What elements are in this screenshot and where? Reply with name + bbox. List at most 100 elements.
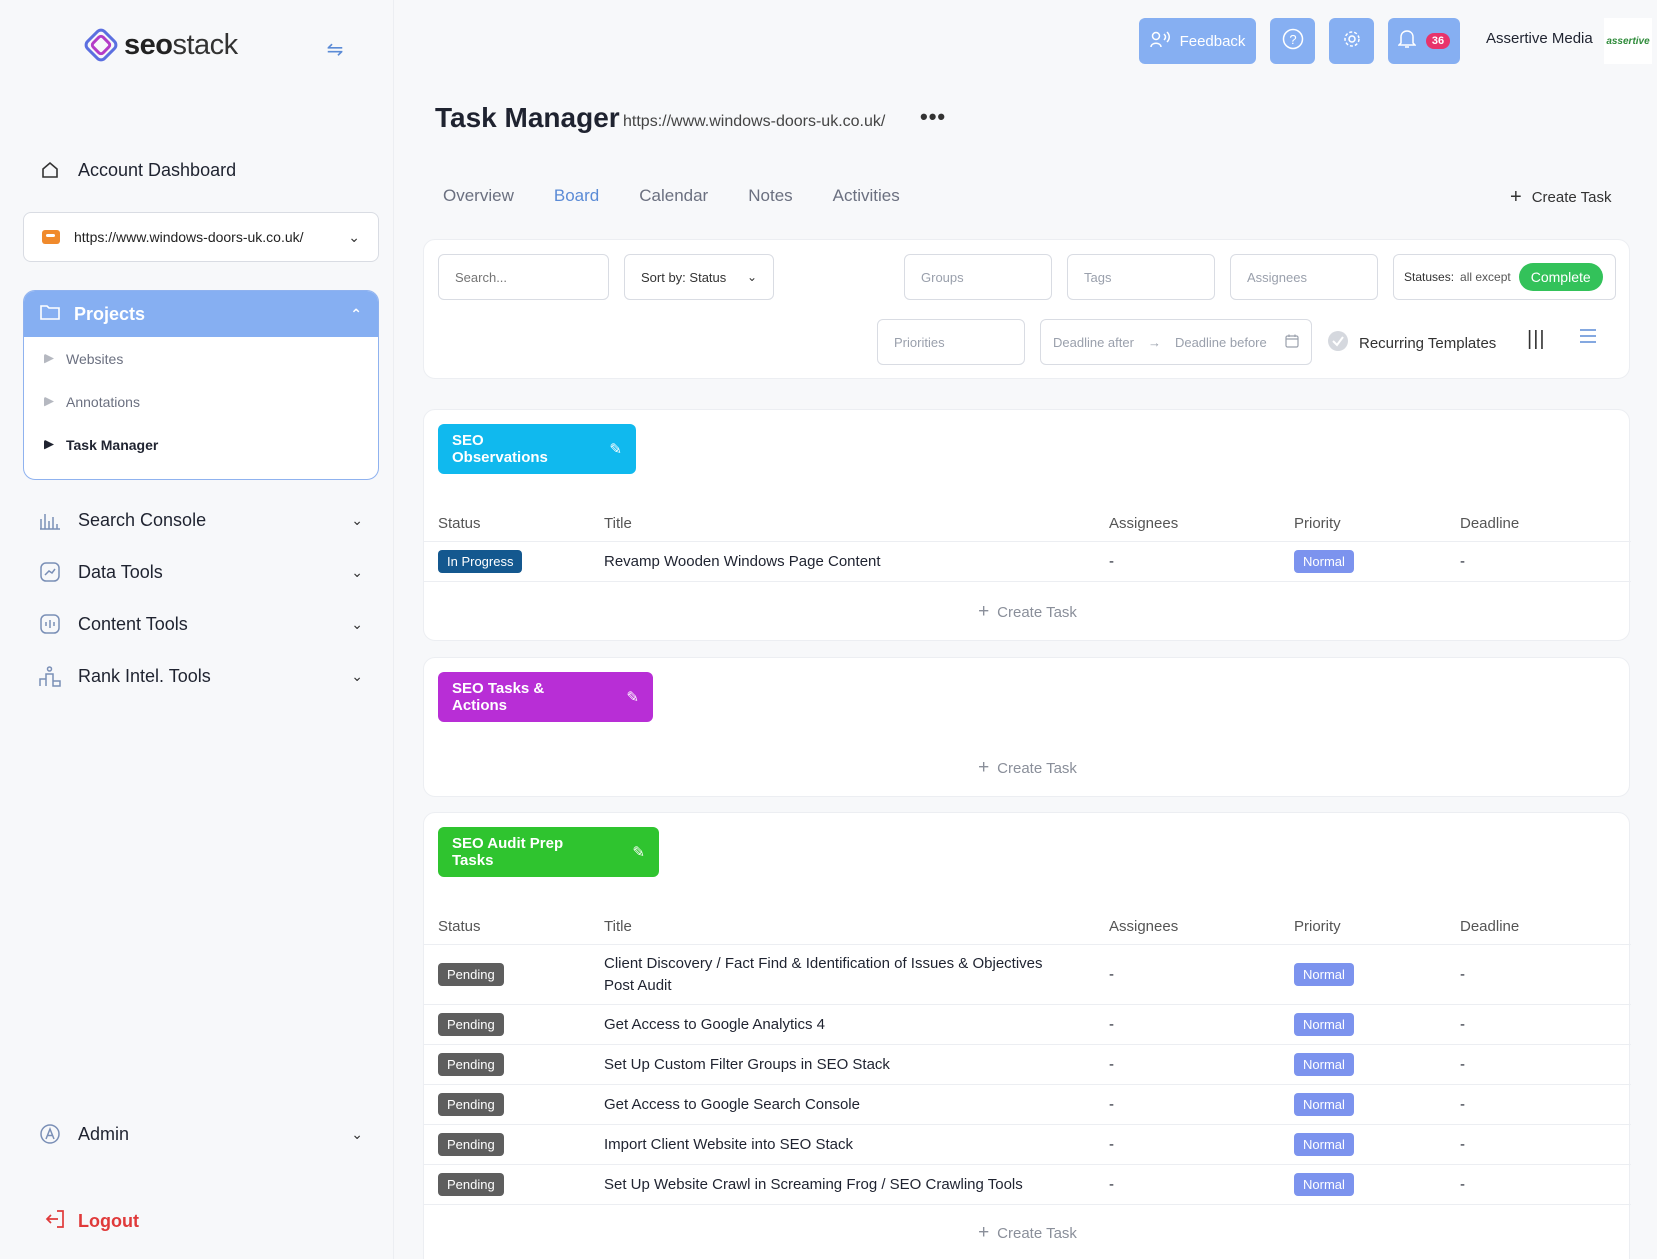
nav-account-dashboard[interactable]: Account Dashboard — [38, 158, 363, 182]
sidebar-collapse-icon[interactable]: ⇋ — [322, 36, 348, 62]
tab-notes[interactable]: Notes — [748, 186, 792, 206]
tags-filter[interactable]: Tags — [1067, 254, 1215, 300]
table-row[interactable]: In Progress Revamp Wooden Windows Page C… — [424, 541, 1631, 581]
create-task-row-button[interactable]: + Create Task — [424, 1204, 1631, 1259]
nav-search-console[interactable]: Search Console ⌄ — [38, 508, 363, 532]
seostack-logo[interactable]: seostack — [84, 28, 238, 62]
priority-badge[interactable]: Normal — [1294, 1093, 1354, 1116]
list-view-icon[interactable] — [1579, 326, 1597, 351]
feedback-button[interactable]: Feedback — [1139, 18, 1256, 64]
create-task-row-button[interactable]: + Create Task — [424, 738, 1631, 798]
priority-badge[interactable]: Normal — [1294, 1133, 1354, 1156]
tab-overview[interactable]: Overview — [443, 186, 514, 206]
projects-toggle[interactable]: Projects ⌃ — [24, 291, 378, 337]
priority-badge[interactable]: Normal — [1294, 1053, 1354, 1076]
edit-pencil-icon[interactable]: ✎ — [632, 843, 645, 861]
account-logo[interactable]: assertive — [1604, 18, 1652, 64]
status-complete-pill[interactable]: Complete — [1518, 263, 1603, 291]
table-row[interactable]: Pending Import Client Website into SEO S… — [424, 1124, 1631, 1164]
task-group-seo-audit-prep-tasks: SEO Audit Prep Tasks ✎ Status Title Assi… — [423, 812, 1631, 1259]
home-icon — [38, 158, 62, 182]
sidebar-item-task-manager[interactable]: Task Manager — [24, 423, 378, 466]
task-assignees[interactable]: - — [1109, 966, 1114, 983]
statuses-filter[interactable]: Statuses: all except Complete — [1393, 254, 1616, 300]
table-row[interactable]: Pending Set Up Custom Filter Groups in S… — [424, 1044, 1631, 1084]
search-input[interactable] — [438, 254, 609, 300]
group-header[interactable]: SEO Observations ✎ — [438, 424, 636, 474]
task-deadline[interactable]: - — [1460, 1096, 1465, 1113]
task-assignees[interactable]: - — [1109, 1176, 1114, 1193]
task-assignees[interactable]: - — [1109, 1056, 1114, 1073]
task-title[interactable]: Import Client Website into SEO Stack — [604, 1136, 853, 1153]
table-row[interactable]: Pending Client Discovery / Fact Find & I… — [424, 944, 1631, 1004]
board-view-icon[interactable]: ||| — [1527, 328, 1546, 351]
create-task-label: Create Task — [997, 1225, 1077, 1242]
status-badge[interactable]: In Progress — [438, 550, 523, 573]
nav-admin[interactable]: Admin ⌄ — [38, 1122, 363, 1146]
chevron-down-icon: ⌄ — [351, 511, 363, 528]
group-header[interactable]: SEO Audit Prep Tasks ✎ — [438, 827, 659, 877]
status-badge[interactable]: Pending — [438, 963, 504, 986]
task-title[interactable]: Revamp Wooden Windows Page Content — [604, 553, 881, 570]
create-task-row-button[interactable]: + Create Task — [424, 581, 1631, 641]
website-select[interactable]: https://www.windows-doors-uk.co.uk/ ⌄ — [23, 212, 379, 262]
seostack-logo-icon — [84, 28, 118, 62]
priority-badge[interactable]: Normal — [1294, 550, 1354, 573]
nav-rank-intel-tools[interactable]: Rank Intel. Tools ⌄ — [38, 664, 363, 688]
priorities-filter[interactable]: Priorities — [877, 319, 1025, 365]
edit-pencil-icon[interactable]: ✎ — [626, 688, 639, 706]
create-task-button[interactable]: + Create Task — [1510, 186, 1611, 209]
recurring-templates-toggle[interactable]: Recurring Templates — [1327, 330, 1496, 356]
edit-pencil-icon[interactable]: ✎ — [609, 440, 622, 458]
task-deadline[interactable]: - — [1460, 1176, 1465, 1193]
sidebar-item-annotations[interactable]: Annotations — [24, 380, 378, 423]
sidebar-item-websites[interactable]: Websites — [24, 337, 378, 380]
priority-badge[interactable]: Normal — [1294, 963, 1354, 986]
tab-board[interactable]: Board — [554, 186, 599, 206]
task-deadline[interactable]: - — [1460, 1136, 1465, 1153]
tab-calendar[interactable]: Calendar — [639, 186, 708, 206]
deadline-before-input[interactable]: Deadline before — [1175, 335, 1267, 350]
task-assignees[interactable]: - — [1109, 1016, 1114, 1033]
task-deadline[interactable]: - — [1460, 966, 1465, 983]
table-row[interactable]: Pending Get Access to Google Analytics 4… — [424, 1004, 1631, 1044]
deadline-after-input[interactable]: Deadline after — [1053, 335, 1134, 350]
priority-badge[interactable]: Normal — [1294, 1173, 1354, 1196]
priority-badge[interactable]: Normal — [1294, 1013, 1354, 1036]
notifications-button[interactable]: 36 — [1388, 18, 1460, 64]
tab-activities[interactable]: Activities — [833, 186, 900, 206]
account-name[interactable]: Assertive Media — [1486, 30, 1593, 47]
task-deadline[interactable]: - — [1460, 553, 1465, 570]
task-title[interactable]: Get Access to Google Analytics 4 — [604, 1016, 825, 1033]
task-assignees[interactable]: - — [1109, 1136, 1114, 1153]
table-row[interactable]: Pending Set Up Website Crawl in Screamin… — [424, 1164, 1631, 1204]
nav-content-tools[interactable]: Content Tools ⌄ — [38, 612, 363, 636]
task-deadline[interactable]: - — [1460, 1056, 1465, 1073]
task-deadline[interactable]: - — [1460, 1016, 1465, 1033]
page-url[interactable]: https://www.windows-doors-uk.co.uk/ — [623, 113, 885, 131]
settings-button[interactable] — [1329, 18, 1374, 64]
help-button[interactable]: ? — [1270, 18, 1315, 64]
nav-data-tools[interactable]: Data Tools ⌄ — [38, 560, 363, 584]
groups-filter[interactable]: Groups — [904, 254, 1052, 300]
status-badge[interactable]: Pending — [438, 1133, 504, 1156]
logout-button[interactable]: Logout — [44, 1208, 139, 1235]
task-title[interactable]: Client Discovery / Fact Find & Identific… — [604, 955, 1043, 972]
more-options-icon[interactable]: ••• — [920, 104, 946, 130]
task-assignees[interactable]: - — [1109, 553, 1114, 570]
task-title[interactable]: Set Up Website Crawl in Screaming Frog /… — [604, 1176, 1023, 1193]
table-row[interactable]: Pending Get Access to Google Search Cons… — [424, 1084, 1631, 1124]
status-badge[interactable]: Pending — [438, 1173, 504, 1196]
status-badge[interactable]: Pending — [438, 1053, 504, 1076]
status-badge[interactable]: Pending — [438, 1013, 504, 1036]
assignees-filter[interactable]: Assignees — [1230, 254, 1378, 300]
task-title[interactable]: Get Access to Google Search Console — [604, 1096, 860, 1113]
deadline-range[interactable]: Deadline after → Deadline before — [1040, 319, 1312, 365]
task-assignees[interactable]: - — [1109, 1096, 1114, 1113]
task-title[interactable]: Set Up Custom Filter Groups in SEO Stack — [604, 1056, 890, 1073]
status-badge[interactable]: Pending — [438, 1093, 504, 1116]
task-title-line-2[interactable]: Post Audit — [604, 977, 672, 994]
sort-select[interactable]: Sort by: Status ⌄ — [624, 254, 774, 300]
column-header-deadline: Deadline — [1460, 515, 1520, 532]
group-header[interactable]: SEO Tasks & Actions ✎ — [438, 672, 653, 722]
